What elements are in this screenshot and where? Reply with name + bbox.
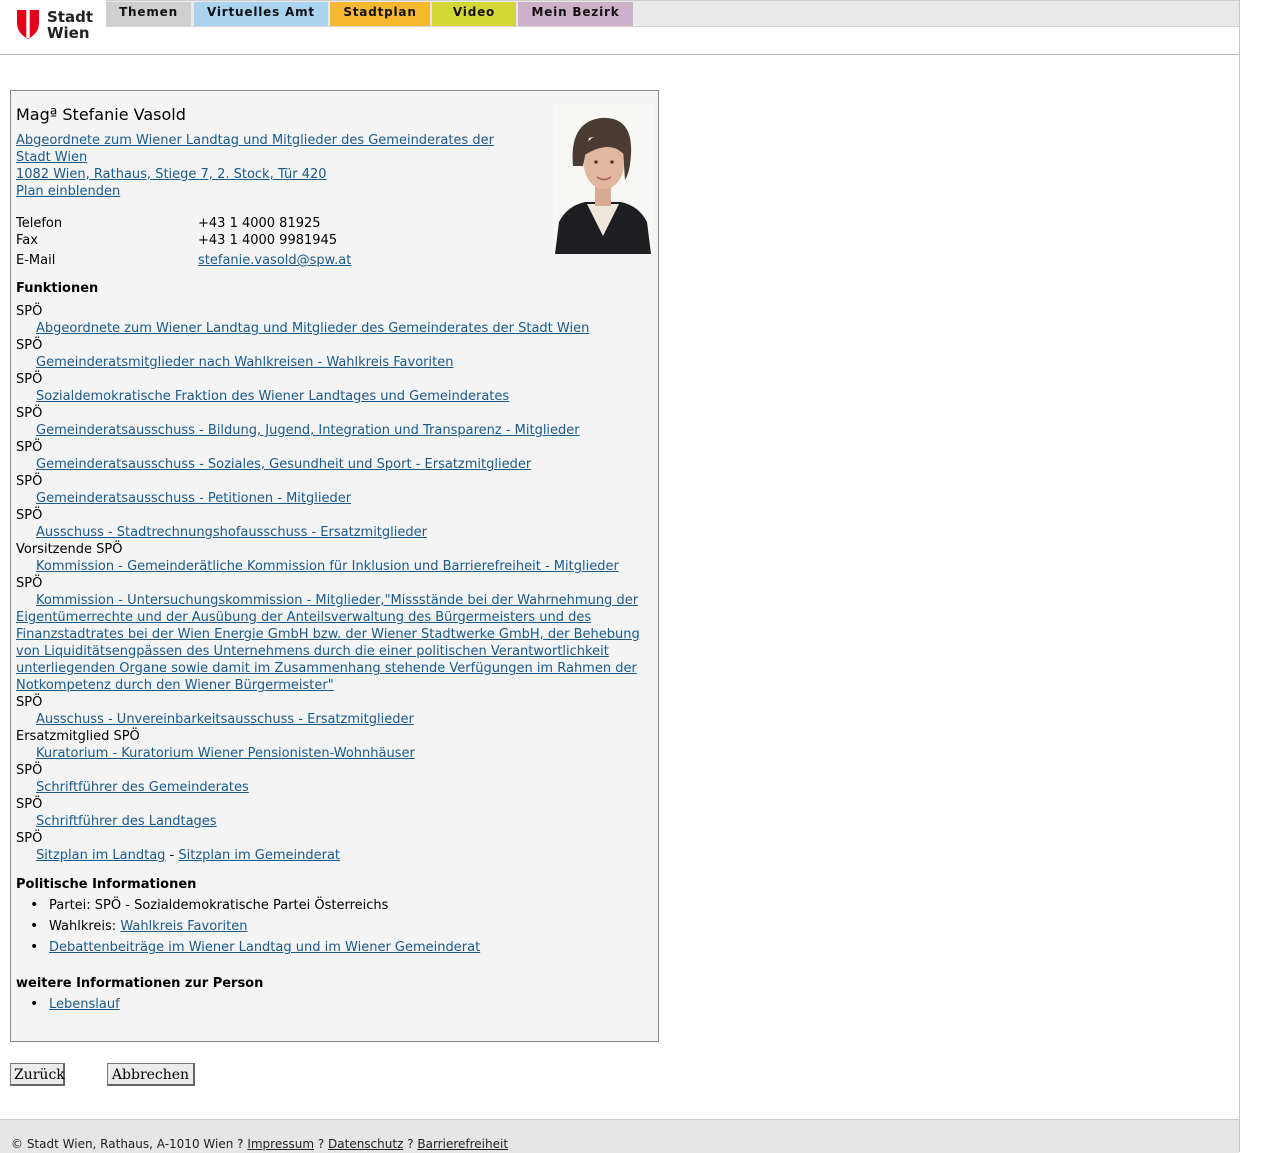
function-link[interactable]: Gemeinderatsausschuss - Soziales, Gesund… [16,456,646,473]
function-role: SPÖ [16,474,43,489]
function-role: SPÖ [16,406,43,421]
plan-link[interactable]: Plan einblenden [16,183,516,200]
district-link[interactable]: Wahlkreis Favoriten [120,919,247,934]
fax-label: Fax [16,233,38,248]
function-role: SPÖ [16,338,43,353]
email-label: E-Mail [16,253,56,268]
more-info-heading: weitere Informationen zur Person [16,976,264,991]
scrollbar[interactable] [1239,0,1280,1152]
tab-themen[interactable]: Themen [106,2,191,26]
person-card: Magª Stefanie Vasold Abgeordnete zum Wie… [10,90,659,1042]
function-link[interactable]: Gemeinderatsmitglieder nach Wahlkreisen … [16,354,646,371]
function-link[interactable]: Kommission - Untersuchungskommission - M… [16,592,646,694]
more-info-list: Lebenslauf [16,996,636,1017]
function-link[interactable]: Sozialdemokratische Fraktion des Wiener … [16,388,646,405]
email-link[interactable]: stefanie.vasold@spw.at [198,252,351,269]
position-link[interactable]: Abgeordnete zum Wiener Landtag und Mitgl… [16,132,516,166]
stadt-wien-logo[interactable]: Stadt Wien [17,9,97,43]
person-name: Magª Stefanie Vasold [16,105,186,124]
contact-table: Telefon +43 1 4000 81925 Fax +43 1 4000 … [16,215,536,269]
function-role: SPÖ [16,695,43,710]
cancel-button[interactable]: Abbrechen [107,1063,195,1086]
tab-video[interactable]: Video [432,2,516,26]
address-link[interactable]: 1082 Wien, Rathaus, Stiege 7, 2. Stock, … [16,166,516,183]
seat-plan-links: Sitzplan im Landtag - Sitzplan im Gemein… [16,847,646,864]
function-link[interactable]: Schriftführer des Landtages [16,813,646,830]
contact-row-email: E-Mail stefanie.vasold@spw.at [16,252,536,269]
phone-label: Telefon [16,216,63,231]
function-role: SPÖ [16,576,43,591]
barrierefreiheit-link[interactable]: Barrierefreiheit [417,1137,508,1151]
cv-item: Lebenslauf [16,996,636,1013]
function-link[interactable]: Gemeinderatsausschuss - Petitionen - Mit… [16,490,646,507]
party-item: Partei: SPÖ - Sozialdemokratische Partei… [16,897,636,914]
political-info-list: Partei: SPÖ - Sozialdemokratische Partei… [16,897,636,960]
contact-row-phone: Telefon +43 1 4000 81925 [16,215,536,232]
function-role: SPÖ [16,304,43,319]
function-role: SPÖ [16,508,43,523]
site-header: Stadt Wien Themen Virtuelles Amt Stadtpl… [0,0,1239,55]
impressum-link[interactable]: Impressum [247,1137,314,1151]
function-link[interactable]: Ausschuss - Unvereinbarkeitsausschuss - … [16,711,646,728]
functions-list: SPÖ Abgeordnete zum Wiener Landtag und M… [16,303,646,864]
fax-value: +43 1 4000 9981945 [198,233,338,248]
seat-plan-separator: - [165,848,179,863]
function-role: Ersatzmitglied SPÖ [16,729,140,744]
function-link[interactable]: Kuratorium - Kuratorium Wiener Pensionis… [16,745,646,762]
datenschutz-link[interactable]: Datenschutz [328,1137,403,1151]
seat-plan-landtag-link[interactable]: Sitzplan im Landtag [36,848,165,863]
tab-virtuelles-amt[interactable]: Virtuelles Amt [194,2,328,26]
function-link[interactable]: Abgeordnete zum Wiener Landtag und Mitgl… [16,320,646,337]
function-link[interactable]: Ausschuss - Stadtrechnungshofausschuss -… [16,524,646,541]
wien-shield-icon [17,10,39,39]
footer-copyright: © Stadt Wien, Rathaus, A-1010 Wien ? [11,1137,248,1151]
debate-link[interactable]: Debattenbeiträge im Wiener Landtag und i… [49,940,480,955]
logo-line-2: Wien [47,24,90,42]
phone-value: +43 1 4000 81925 [198,216,321,231]
function-link[interactable]: Kommission - Gemeinderätliche Kommission… [16,558,646,575]
function-role: SPÖ [16,440,43,455]
function-role: SPÖ [16,831,43,846]
tab-mein-bezirk[interactable]: Mein Bezirk [518,2,633,26]
district-item: Wahlkreis: Wahlkreis Favoriten [16,918,636,935]
site-footer: © Stadt Wien, Rathaus, A-1010 Wien ? Imp… [0,1119,1239,1153]
function-role: SPÖ [16,372,43,387]
function-link[interactable]: Gemeinderatsausschuss - Bildung, Jugend,… [16,422,646,439]
main-nav: Themen Virtuelles Amt Stadtplan Video Me… [106,0,1239,27]
debate-item: Debattenbeiträge im Wiener Landtag und i… [16,939,636,956]
function-role: Vorsitzende SPÖ [16,542,123,557]
function-link[interactable]: Schriftführer des Gemeinderates [16,779,646,796]
address-block: Abgeordnete zum Wiener Landtag und Mitgl… [16,132,516,200]
political-info-heading: Politische Informationen [16,877,197,892]
function-role: SPÖ [16,763,43,778]
seat-plan-gemeinderat-link[interactable]: Sitzplan im Gemeinderat [178,848,340,863]
footer-text: © Stadt Wien, Rathaus, A-1010 Wien ? Imp… [11,1137,509,1151]
tab-stadtplan[interactable]: Stadtplan [330,2,430,26]
portrait-photo [553,104,653,254]
function-role: SPÖ [16,797,43,812]
cv-link[interactable]: Lebenslauf [49,997,120,1012]
contact-row-fax: Fax +43 1 4000 9981945 [16,232,536,252]
logo-line-1: Stadt [47,8,94,26]
functions-heading: Funktionen [16,281,99,296]
back-button[interactable]: Zurück [10,1063,65,1086]
